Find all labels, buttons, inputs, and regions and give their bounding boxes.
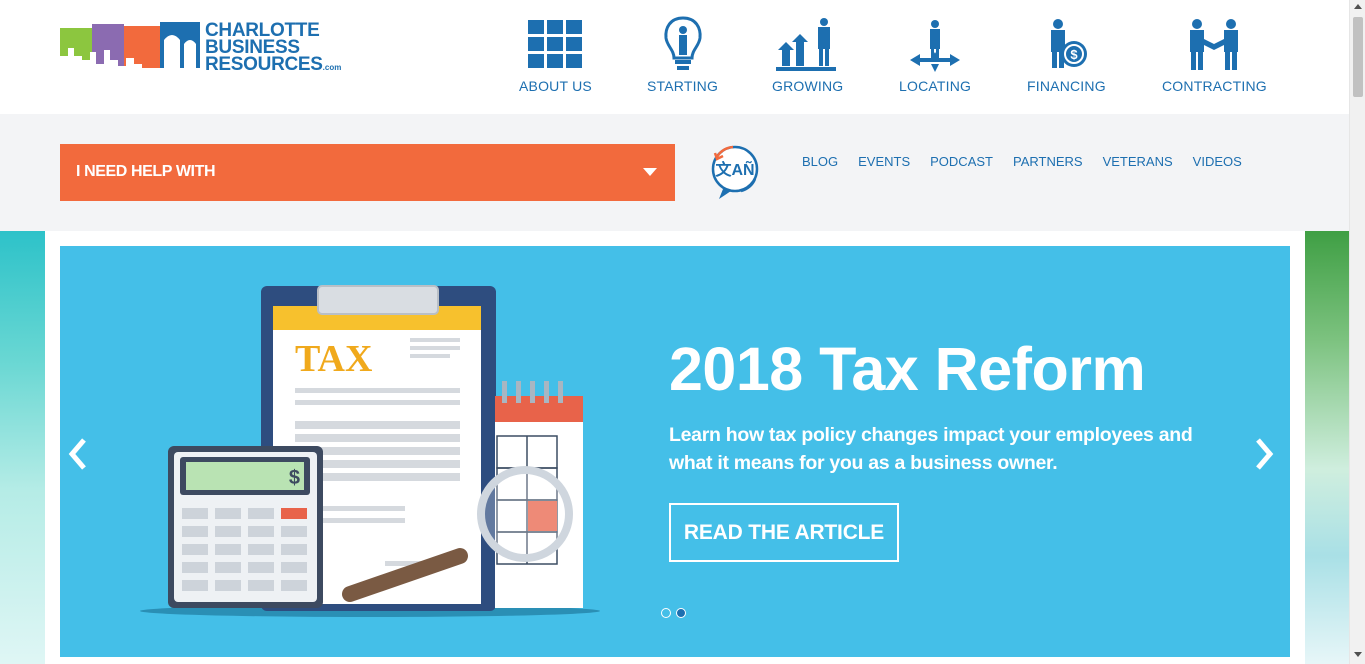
nav-label: FINANCING	[1027, 78, 1106, 94]
scroll-up-icon[interactable]	[1354, 4, 1362, 9]
main-nav: ABOUT US STARTING GROWING LOCATING $ FIN…	[0, 16, 1349, 106]
nav-financing[interactable]: $ FINANCING	[1027, 16, 1106, 94]
vertical-scrollbar[interactable]	[1349, 0, 1365, 664]
scrollbar-thumb[interactable]	[1353, 17, 1363, 97]
read-article-button[interactable]: READ THE ARTICLE	[669, 503, 899, 562]
nav-locating[interactable]: LOCATING	[899, 16, 971, 94]
slide-dot-1[interactable]	[661, 608, 671, 618]
page: CHARLOTTE BUSINESS RESOURCES.com ABOUT U…	[0, 0, 1365, 664]
link-blog[interactable]: BLOG	[802, 154, 838, 169]
sub-navigation-bar: I NEED HELP WITH 文AÑ BLOG EVENTS PODCAST…	[0, 114, 1349, 231]
hero-slide: TAX $ 2018 Tax Reform Learn how tax poli…	[60, 246, 1290, 657]
illustration-tax-label: TAX	[295, 338, 372, 380]
tax-document-illustration: TAX $	[140, 285, 600, 617]
help-dropdown[interactable]: I NEED HELP WITH	[60, 144, 675, 201]
chevron-right-icon[interactable]	[1250, 436, 1278, 472]
slide-indicators	[661, 608, 686, 618]
help-dropdown-label: I NEED HELP WITH	[76, 163, 216, 180]
chevron-down-icon	[643, 168, 657, 176]
svg-text:$: $	[1071, 47, 1079, 62]
chevron-left-icon[interactable]	[64, 436, 92, 472]
nav-about-us[interactable]: ABOUT US	[519, 16, 592, 94]
nav-starting[interactable]: STARTING	[647, 16, 718, 94]
link-partners[interactable]: PARTNERS	[1013, 154, 1083, 169]
growth-chart-icon	[775, 18, 836, 71]
handshake-icon	[1190, 19, 1239, 70]
nav-growing[interactable]: GROWING	[772, 16, 843, 94]
nav-label: CONTRACTING	[1162, 78, 1267, 94]
lightbulb-person-icon	[663, 16, 702, 70]
location-person-icon	[910, 20, 961, 72]
slide-dot-2[interactable]	[676, 608, 686, 618]
grid-icon	[528, 20, 583, 68]
nav-label: STARTING	[647, 78, 719, 94]
nav-label: ABOUT US	[519, 78, 592, 94]
link-videos[interactable]: VIDEOS	[1193, 154, 1242, 169]
site-header: CHARLOTTE BUSINESS RESOURCES.com ABOUT U…	[0, 0, 1349, 114]
hero-subtitle: Learn how tax policy changes impact your…	[669, 424, 1193, 474]
nav-label: GROWING	[772, 78, 844, 94]
secondary-links: BLOG EVENTS PODCAST PARTNERS VETERANS VI…	[802, 154, 1262, 169]
finance-person-icon: $	[1051, 19, 1088, 68]
hero-section: TAX $ 2018 Tax Reform Learn how tax poli…	[0, 231, 1349, 664]
nav-label: LOCATING	[899, 78, 972, 94]
calculator-dollar: $	[289, 467, 300, 489]
previous-slide-peek	[0, 231, 45, 664]
link-veterans[interactable]: VETERANS	[1103, 154, 1173, 169]
next-slide-peek	[1305, 231, 1349, 664]
translate-icon-text: 文AÑ	[715, 159, 754, 179]
translate-icon[interactable]: 文AÑ	[705, 141, 765, 201]
nav-contracting[interactable]: CONTRACTING	[1162, 16, 1267, 94]
link-events[interactable]: EVENTS	[858, 154, 910, 169]
translate-icon-graphic: 文AÑ	[711, 145, 759, 199]
scroll-down-icon[interactable]	[1354, 652, 1362, 657]
hero-title: 2018 Tax Reform	[669, 335, 1146, 403]
link-podcast[interactable]: PODCAST	[930, 154, 993, 169]
